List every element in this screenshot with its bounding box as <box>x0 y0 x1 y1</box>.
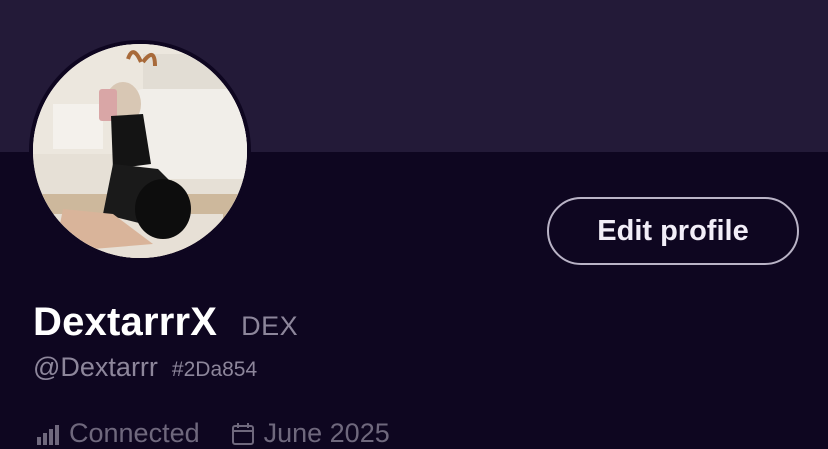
user-tag[interactable]: #2Da854 <box>172 358 257 382</box>
ticker-label: DEX <box>241 311 299 341</box>
profile-avatar[interactable] <box>29 40 251 262</box>
user-handle: @Dextarrr <box>33 352 158 382</box>
name-row: DextarrrX DEX <box>33 300 298 345</box>
display-name: DextarrrX <box>33 300 218 344</box>
handle-row: @Dextarrr #2Da854 <box>33 352 257 383</box>
avatar-photo <box>33 44 247 258</box>
edit-profile-button[interactable]: Edit profile <box>547 197 799 265</box>
